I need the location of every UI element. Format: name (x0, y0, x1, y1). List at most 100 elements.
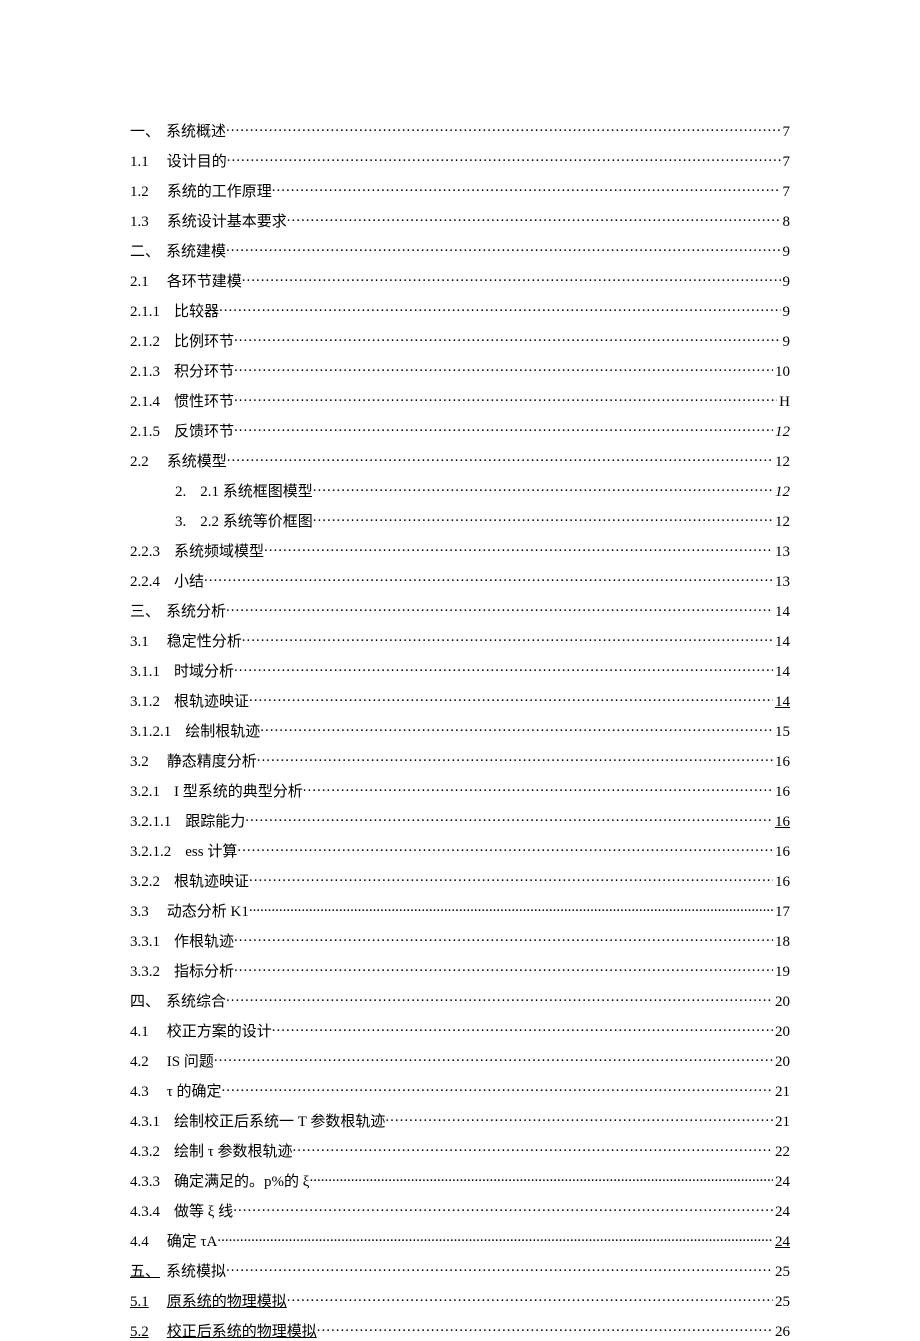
toc-leader-dots (234, 661, 773, 676)
toc-leader-dots (234, 331, 780, 346)
toc-leader-dots (219, 301, 780, 316)
toc-leader-dots (226, 601, 773, 616)
toc-line: 2.1.4 惯性环节 H (130, 390, 790, 411)
toc-number: 三、 (130, 600, 160, 621)
toc-leader-dots (234, 391, 777, 406)
toc-title: 2.2 系统等价框图 (200, 510, 313, 531)
toc-number: 2. (175, 484, 186, 501)
toc-title: 稳定性分析 (167, 630, 242, 651)
toc-leader-dots (234, 961, 773, 976)
toc-number: 3.2.1.1 (130, 814, 171, 831)
toc-title: 作根轨迹 (174, 930, 234, 951)
toc-page: 25 (773, 1294, 790, 1311)
toc-page: 24 (773, 1234, 790, 1251)
toc-page: 14 (773, 634, 790, 651)
toc-number: 2.2.3 (130, 544, 160, 561)
toc-title: 做等 ξ 线 (174, 1200, 233, 1221)
toc-page: 7 (781, 154, 791, 171)
toc-number: 2.1.1 (130, 304, 160, 321)
toc-line: 2.1.5反馈环节12 (130, 420, 790, 441)
toc-number: 4.3.1 (130, 1114, 160, 1131)
toc-page: H (777, 394, 790, 411)
toc-leader-dots (293, 1141, 773, 1156)
toc-title: 各环节建模 (167, 270, 242, 291)
toc-page: 13 (773, 574, 790, 591)
toc-page: 7 (781, 184, 791, 201)
toc-line: 1.1设计目的7 (130, 150, 790, 171)
toc-number: 3.3.1 (130, 934, 160, 951)
toc-line: 4.2IS 问题20 (130, 1050, 790, 1071)
toc-line: 4.3.1绘制校正后系统一 T 参数根轨迹21 (130, 1110, 790, 1131)
toc-page: 20 (773, 1024, 790, 1041)
toc-number: 2.2.4 (130, 574, 160, 591)
toc-line: 1.2系统的工作原理7 (130, 180, 790, 201)
toc-line: 2.2.3系统频域模型13 (130, 540, 790, 561)
toc-line: 一、系统概述7 (130, 120, 790, 141)
toc-number: 4.3 (130, 1084, 149, 1101)
toc-title: 惯性环节 (174, 390, 234, 411)
toc-page: 19 (773, 964, 790, 981)
toc-leader-dots (222, 1081, 773, 1096)
toc-page: 8 (781, 214, 791, 231)
toc-page: 9 (781, 274, 791, 291)
toc-page: 9 (781, 334, 791, 351)
toc-page: 17 (773, 904, 790, 921)
toc-page: 9 (781, 244, 791, 261)
toc-leader-dots (237, 841, 773, 856)
toc-line: 4.3τ 的确定21 (130, 1080, 790, 1101)
toc-title: 系统模型 (167, 450, 227, 471)
toc-leader-dots (234, 931, 773, 946)
toc-title: 反馈环节 (174, 420, 234, 441)
toc-title: 绘制根轨迹 (185, 720, 260, 741)
toc-leader-dots (272, 181, 781, 196)
toc-leader-dots (313, 511, 773, 526)
toc-title: 积分环节 (174, 360, 234, 381)
toc-number: 1.1 (130, 154, 149, 171)
toc-line: 3.2.2 系统等价框图12 (130, 510, 790, 531)
toc-number: 2.1 (130, 274, 149, 291)
toc-line: 4.3.2绘制 τ 参数根轨迹22 (130, 1140, 790, 1161)
toc-page: 12 (773, 484, 790, 501)
toc-leader-dots (226, 991, 773, 1006)
toc-leader-dots (287, 211, 781, 226)
toc-leader-dots (313, 481, 773, 496)
toc-page: 14 (773, 664, 790, 681)
toc-line: 2.2.1 系统框图模型12 (130, 480, 790, 501)
toc-line: 3.1.2根轨迹映证14 (130, 690, 790, 711)
toc-number: 四、 (130, 990, 160, 1011)
toc-title: 跟踪能力 (185, 810, 245, 831)
toc-line: 3.3.1作根轨迹18 (130, 930, 790, 951)
toc-number: 3. (175, 514, 186, 531)
toc-leader-dots (217, 1231, 773, 1246)
toc-leader-dots (226, 121, 780, 136)
toc-number: 5.2 (130, 1324, 149, 1341)
toc-title: 系统综合 (166, 990, 226, 1011)
toc-number: 3.1.1 (130, 664, 160, 681)
toc-page: 12 (773, 454, 790, 471)
toc-line: 4.1校正方案的设计20 (130, 1020, 790, 1041)
toc-number: 2.1.4 (130, 394, 160, 411)
toc-number: 3.3 (130, 904, 149, 921)
toc-title: 确定满足的。p%的 ξ (174, 1170, 309, 1191)
toc-leader-dots (242, 631, 773, 646)
toc-leader-dots (264, 541, 773, 556)
toc-line: 2.2系统模型12 (130, 450, 790, 471)
toc-page: 24 (773, 1174, 790, 1191)
toc-number: 1.3 (130, 214, 149, 231)
toc-leader-dots (385, 1111, 773, 1126)
toc-title: ess 计算 (185, 840, 237, 861)
toc-title: 确定 τA (167, 1230, 218, 1251)
toc-container: 一、系统概述71.1设计目的71.2系统的工作原理71.3系统设计基本要求8二、… (130, 120, 790, 1341)
toc-line: 2.1.1比较器9 (130, 300, 790, 321)
toc-leader-dots (287, 1291, 773, 1306)
toc-page: 16 (773, 844, 790, 861)
toc-title: 指标分析 (174, 960, 234, 981)
toc-title: 比例环节 (174, 330, 234, 351)
toc-title: 系统频域模型 (174, 540, 264, 561)
toc-number: 2.1.3 (130, 364, 160, 381)
toc-number: 5.1 (130, 1294, 149, 1311)
toc-line: 3.2.2根轨迹映证16 (130, 870, 790, 891)
toc-line: 2.1 各环节建模 9 (130, 270, 790, 291)
toc-line: 3.2静态精度分析16 (130, 750, 790, 771)
toc-title: 系统的工作原理 (167, 180, 272, 201)
